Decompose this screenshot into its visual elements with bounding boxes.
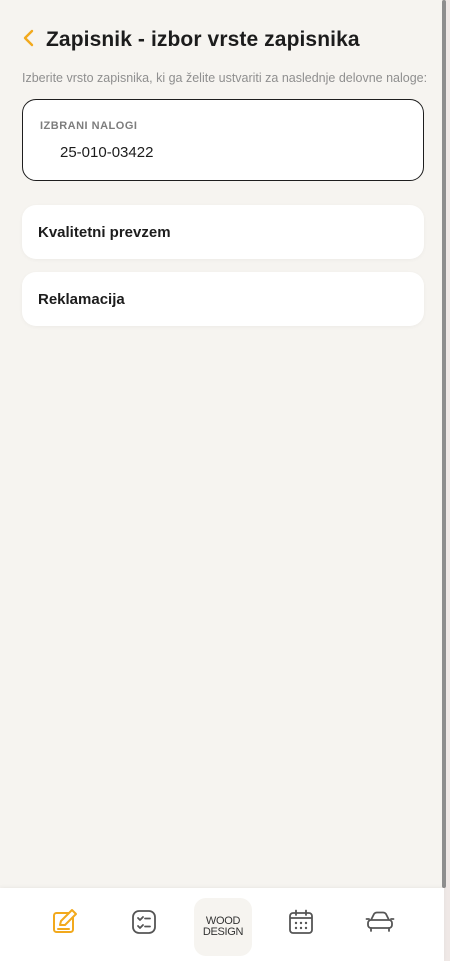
chevron-left-icon xyxy=(22,28,36,53)
edit-note-icon xyxy=(51,908,79,941)
calendar-icon xyxy=(287,908,315,941)
page-title: Zapisnik - izbor vrste zapisnika xyxy=(46,28,360,51)
nav-item-records[interactable] xyxy=(35,888,95,961)
nav-item-tasks[interactable] xyxy=(114,888,174,961)
bottom-navigation: WOOD DESIGN xyxy=(0,888,444,961)
back-button[interactable] xyxy=(22,26,42,54)
nav-item-calendar[interactable] xyxy=(271,888,331,961)
option-label: Kvalitetni prevzem xyxy=(38,223,171,241)
selected-order-value: 25-010-03422 xyxy=(60,144,154,161)
option-label: Reklamacija xyxy=(38,290,125,308)
wood-design-logo[interactable]: WOOD DESIGN xyxy=(194,898,252,956)
selected-orders-label: IZBRANI NALOGI xyxy=(40,120,138,132)
option-quality-acceptance[interactable]: Kvalitetni prevzem xyxy=(22,205,424,259)
selected-orders-field: IZBRANI NALOGI 25-010-03422 xyxy=(22,99,424,181)
logo-line-2: DESIGN xyxy=(202,926,244,938)
car-icon xyxy=(365,908,395,941)
nav-item-vehicles[interactable] xyxy=(350,888,410,961)
instructions-text: Izberite vrsto zapisnika, ki ga želite u… xyxy=(22,71,428,85)
checklist-icon xyxy=(130,908,158,941)
option-complaint[interactable]: Reklamacija xyxy=(22,272,424,326)
scrollbar-thumb[interactable] xyxy=(442,0,446,888)
page-header: Zapisnik - izbor vrste zapisnika xyxy=(22,26,360,54)
